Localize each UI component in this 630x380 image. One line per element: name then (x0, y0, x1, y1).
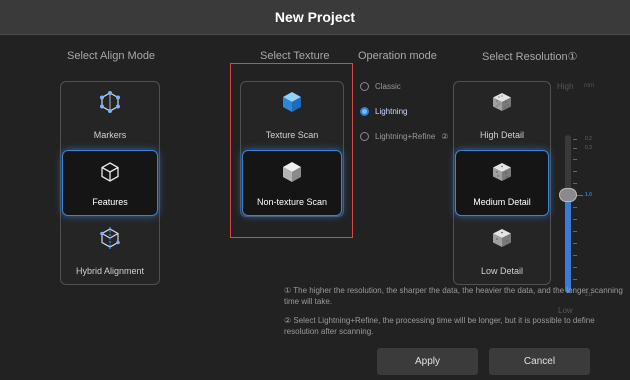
resolution-option-label: Low Detail (480, 266, 524, 276)
slider-tick (573, 279, 577, 280)
align-option-label: Markers (93, 130, 127, 140)
align-option-markers[interactable]: Markers (61, 82, 159, 148)
resolution-option-label: High Detail (479, 130, 525, 140)
align-option-features[interactable]: Features (62, 150, 158, 216)
low-detail-icon (493, 229, 511, 247)
align-option-label: Features (92, 197, 128, 207)
align-option-label: Hybrid Alignment (75, 266, 145, 276)
align-option-hybrid[interactable]: Hybrid Alignment (61, 218, 159, 284)
high-detail-icon (493, 93, 511, 111)
operation-option-label: Lightning+Refine (375, 132, 436, 141)
resolution-slider-thumb[interactable] (559, 188, 577, 202)
refine-note: ② Select Lightning+Refine, the processin… (284, 316, 595, 336)
slider-tick (573, 219, 577, 220)
operation-option-label: Classic (375, 82, 401, 91)
cancel-button[interactable]: Cancel (489, 348, 590, 375)
hybrid-alignment-icon (100, 227, 120, 249)
slider-tick (573, 231, 577, 232)
texture-option-label: Non-texture Scan (256, 197, 328, 207)
slider-tick (573, 159, 577, 160)
apply-button[interactable]: Apply (377, 348, 478, 375)
resolution-heading: Select Resolution① (482, 50, 577, 63)
resolution-option-medium[interactable]: Medium Detail (455, 150, 549, 216)
slider-tick (573, 207, 577, 208)
radio-button[interactable] (360, 82, 369, 91)
slider-low-label: Low (558, 306, 573, 315)
features-cube-icon (101, 162, 119, 182)
resolution-panel: High Detail Medium Detail Low Detail (453, 81, 551, 285)
resolution-slider-fill (565, 195, 571, 293)
slider-tick (573, 183, 577, 184)
non-texture-cube-icon (283, 162, 301, 182)
markers-icon (100, 91, 120, 113)
resolution-option-low[interactable]: Low Detail (454, 218, 550, 284)
slider-tick (573, 267, 577, 268)
slider-tick (573, 243, 577, 244)
info-marker: ① (567, 51, 578, 63)
slider-tick (573, 171, 577, 172)
align-mode-panel: Markers Features Hybrid Alignment (60, 81, 160, 285)
slider-tick-label: 0.2 (585, 136, 592, 142)
resolution-note: ① The higher the resolution, the sharper… (284, 286, 623, 306)
slider-unit-label: mm (584, 83, 594, 89)
texture-panel: Texture Scan Non-texture Scan (240, 81, 344, 217)
medium-detail-icon (493, 163, 511, 181)
slider-current-value: 1.0 (585, 192, 592, 198)
slider-tick-label: 0.3 (585, 145, 592, 151)
texture-option-label: Texture Scan (265, 130, 319, 140)
resolution-heading-text: Select Resolution (482, 51, 568, 63)
operation-mode-heading: Operation mode (358, 50, 437, 62)
texture-heading: Select Texture (260, 50, 330, 62)
slider-high-label: High (557, 82, 574, 91)
dialog-body: Select Align Mode Markers Features Hybri… (0, 35, 630, 380)
align-mode-heading: Select Align Mode (67, 50, 156, 62)
radio-button[interactable] (360, 132, 369, 141)
radio-button[interactable] (360, 107, 369, 116)
texture-cube-icon (283, 92, 301, 112)
info-marker: ② (441, 132, 449, 141)
texture-option-non-texture-scan[interactable]: Non-texture Scan (242, 150, 342, 216)
resolution-option-high[interactable]: High Detail (454, 82, 550, 148)
operation-option-classic[interactable]: Classic (360, 82, 401, 91)
texture-option-texture-scan[interactable]: Texture Scan (241, 82, 343, 148)
resolution-option-label: Medium Detail (473, 197, 531, 207)
operation-option-lightning[interactable]: Lightning (360, 107, 407, 116)
slider-tick (573, 139, 577, 140)
dialog-title: New Project (274, 9, 356, 25)
operation-option-lightning-refine[interactable]: Lightning+Refine ② (360, 132, 448, 141)
operation-option-label: Lightning (375, 107, 408, 116)
slider-tick (573, 148, 577, 149)
slider-tick (573, 255, 577, 256)
title-bar: New Project (0, 0, 630, 35)
